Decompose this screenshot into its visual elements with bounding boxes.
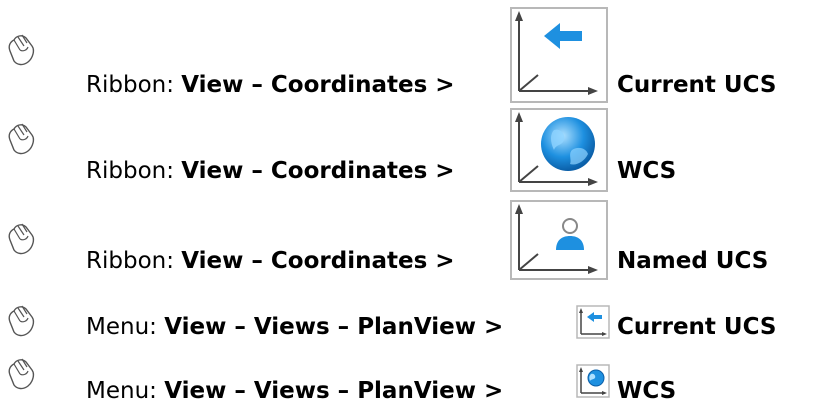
source-label: Ribbon: (86, 158, 182, 184)
instruction-row: Ribbon: View – Coordinates > WCS (0, 108, 839, 210)
instruction-text: Menu: View – Views – PlanView > (86, 313, 503, 341)
instruction-text: Ribbon: View – Coordinates > (86, 157, 455, 185)
source-label: Menu: (86, 378, 165, 404)
instruction-row: Menu: View – Views – PlanView > WCS (0, 354, 839, 407)
instruction-text: Ribbon: View – Coordinates > (86, 247, 455, 275)
mouse-click-icon (8, 123, 35, 155)
command-name: Current UCS (617, 314, 777, 340)
instruction-row: Ribbon: View – Coordinates > Current UCS (0, 0, 839, 110)
command-path: View – Views – PlanView > (164, 314, 504, 340)
instruction-text: Menu: View – Views – PlanView > (86, 377, 503, 405)
command-path: View – Views – PlanView > (164, 378, 504, 404)
ucs-current-large-icon[interactable] (510, 7, 608, 103)
mouse-click-icon (8, 358, 35, 390)
mouse-click-icon (8, 305, 35, 337)
instruction-text: Ribbon: View – Coordinates > (86, 71, 455, 99)
mouse-click-icon (8, 34, 35, 66)
command-path: View – Coordinates > (181, 72, 455, 98)
instruction-row: Ribbon: View – Coordinates > Named UCS (0, 200, 839, 300)
wcs-globe-small-icon[interactable] (576, 364, 610, 398)
command-name: WCS (617, 158, 677, 184)
wcs-globe-large-icon[interactable] (510, 108, 608, 192)
source-label: Ribbon: (86, 248, 182, 274)
instruction-row: Menu: View – Views – PlanView > Current … (0, 300, 839, 354)
source-label: Ribbon: (86, 72, 182, 98)
command-name: Named UCS (617, 248, 769, 274)
ucs-current-small-icon[interactable] (576, 305, 610, 339)
source-label: Menu: (86, 314, 165, 340)
command-path: View – Coordinates > (181, 158, 455, 184)
mouse-click-icon (8, 223, 35, 255)
named-ucs-large-icon[interactable] (510, 200, 608, 280)
command-path: View – Coordinates > (181, 248, 455, 274)
command-name: WCS (617, 378, 677, 404)
command-name: Current UCS (617, 72, 777, 98)
